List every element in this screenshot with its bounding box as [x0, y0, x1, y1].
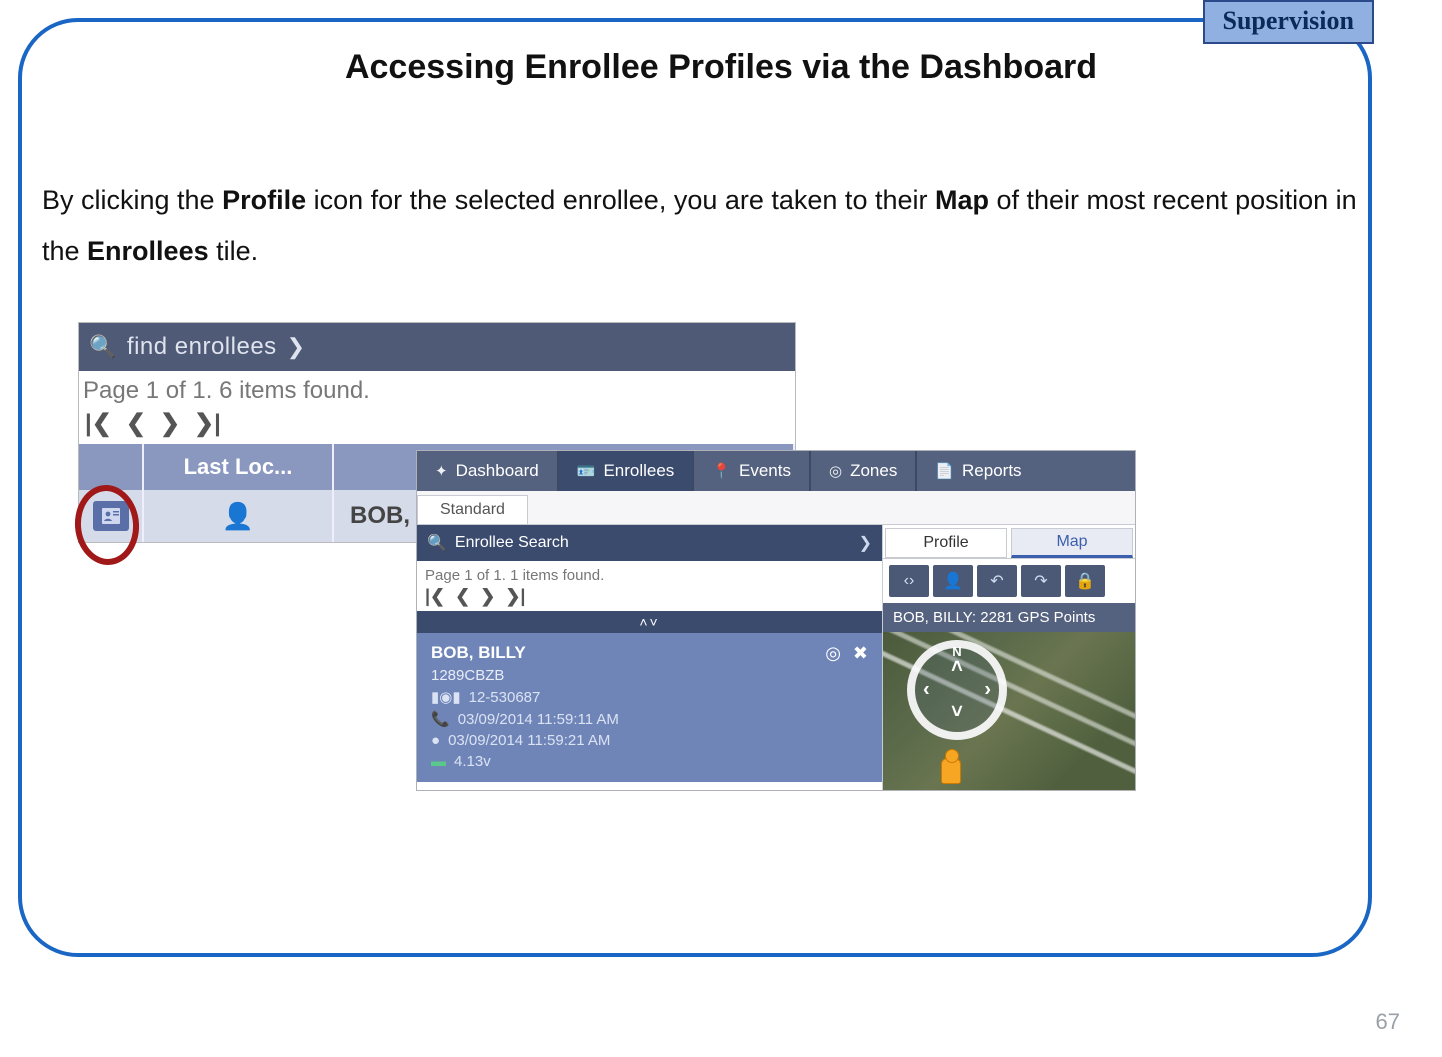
events-icon: 📍 [712, 462, 731, 480]
zones-icon: ◎ [829, 462, 842, 480]
supervision-tab: Supervision [1203, 0, 1375, 44]
compass-up-icon[interactable]: ˄ [951, 656, 963, 679]
pegman-icon[interactable] [941, 758, 961, 784]
map-tab[interactable]: Map [1011, 528, 1133, 558]
subtab-standard[interactable]: Standard [417, 495, 528, 524]
tab-reports-label: Reports [962, 461, 1022, 481]
pager-prev-button[interactable]: ❮ [126, 409, 146, 438]
body-paragraph: By clicking the Profile icon for the sel… [42, 175, 1382, 278]
pager-first-button[interactable]: |❮ [85, 409, 112, 438]
card-name: BOB, BILLY [431, 643, 868, 663]
map-toolbar: ‹› 👤 ↶ ↷ 🔒 [883, 559, 1135, 603]
enrollee-search-label: Enrollee Search [455, 534, 569, 552]
pager: |❮ ❮ ❯ ❯| [417, 586, 882, 611]
enrollee-search-bar[interactable]: 🔍 Enrollee Search ❯ [417, 525, 882, 561]
body-text-mid1: icon for the selected enrollee, you are … [306, 185, 935, 215]
card-id: 1289CBZB [431, 667, 868, 684]
col-header-lastloc[interactable]: Last Loc... [143, 444, 333, 490]
compass-control[interactable]: N ˄ ˅ ‹ › [907, 640, 1007, 740]
subtab-row: Standard [417, 491, 1135, 525]
tab-dashboard[interactable]: ✦ Dashboard [417, 451, 559, 491]
body-text-profile: Profile [222, 185, 306, 215]
profile-map-tabs: Profile Map [883, 525, 1135, 559]
tab-zones[interactable]: ◎ Zones [811, 451, 917, 491]
chevron-right-icon: ❯ [287, 334, 306, 360]
sort-toggle[interactable]: ˄˅ [417, 611, 882, 633]
forward-icon[interactable]: ↷ [1021, 565, 1061, 597]
zone-icon[interactable]: ◎ [825, 643, 841, 664]
lastloc-cell[interactable]: 👤 [143, 490, 333, 542]
chevron-right-icon: ❯ [859, 533, 872, 553]
dot-icon: ● [431, 732, 440, 749]
device-icon: ▮◉▮ [431, 688, 461, 706]
compass-down-icon[interactable]: ˅ [951, 701, 963, 724]
pager-first-button[interactable]: |❮ [425, 586, 445, 607]
body-text-pre: By clicking the [42, 185, 222, 215]
col-header-profile[interactable] [79, 444, 143, 490]
tab-events[interactable]: 📍 Events [694, 451, 811, 491]
person-icon: 👤 [222, 501, 254, 531]
profile-tab[interactable]: Profile [885, 528, 1007, 558]
pager-last-button[interactable]: ❯| [505, 586, 525, 607]
lock-icon[interactable]: 🔒 [1065, 565, 1105, 597]
back-icon[interactable]: ↶ [977, 565, 1017, 597]
map-column: Profile Map ‹› 👤 ↶ ↷ 🔒 BOB, BILLY: 2281 … [883, 525, 1135, 790]
compass-right-icon[interactable]: › [984, 679, 991, 702]
card-phone-time: 03/09/2014 11:59:11 AM [458, 711, 619, 728]
pager-next-button[interactable]: ❯ [480, 586, 495, 607]
battery-icon: ▬ [431, 753, 446, 770]
page-number: 67 [1376, 1009, 1400, 1035]
pager-last-button[interactable]: ❯| [194, 409, 221, 438]
close-icon[interactable]: ✖ [853, 643, 868, 664]
find-enrollees-bar[interactable]: 🔍 find enrollees ❯ [79, 323, 795, 371]
tab-enrollees[interactable]: 🪪 Enrollees [559, 451, 695, 491]
page-title: Accessing Enrollee Profiles via the Dash… [0, 48, 1442, 87]
body-text-post: tile. [209, 236, 259, 266]
expand-icon[interactable]: ‹› [889, 565, 929, 597]
page-info-text: Page 1 of 1. 1 items found. [417, 561, 882, 586]
tab-dashboard-label: Dashboard [456, 461, 539, 481]
phone-icon: 📞 [431, 710, 450, 728]
pager-next-button[interactable]: ❯ [160, 409, 180, 438]
reports-icon: 📄 [935, 462, 954, 480]
body-text-map: Map [935, 185, 989, 215]
enrollee-search-column: 🔍 Enrollee Search ❯ Page 1 of 1. 1 items… [417, 525, 883, 790]
person-icon[interactable]: 👤 [933, 565, 973, 597]
map-view[interactable]: N ˄ ˅ ‹ › [883, 632, 1135, 790]
dashboard-icon: ✦ [435, 462, 448, 480]
pager: |❮ ❮ ❯ ❯| [79, 407, 795, 444]
card-battery: 4.13v [454, 753, 491, 770]
card-gps-time: 03/09/2014 11:59:21 AM [448, 732, 610, 749]
page-info-text: Page 1 of 1. 6 items found. [79, 371, 795, 407]
enrollees-icon: 🪪 [577, 462, 596, 480]
find-enrollees-label: find enrollees [127, 333, 277, 361]
enrollees-tile-panel: ✦ Dashboard 🪪 Enrollees 📍 Events ◎ Zones 📄 Re… [416, 450, 1136, 791]
tab-enrollees-label: Enrollees [603, 461, 674, 481]
main-tabs: ✦ Dashboard 🪪 Enrollees 📍 Events ◎ Zones 📄 Re… [417, 451, 1135, 491]
tab-reports[interactable]: 📄 Reports [917, 451, 1039, 491]
search-icon: 🔍 [89, 334, 117, 360]
gps-points-text: BOB, BILLY: 2281 GPS Points [883, 603, 1135, 632]
search-icon: 🔍 [427, 533, 447, 553]
pager-prev-button[interactable]: ❮ [455, 586, 470, 607]
tab-events-label: Events [739, 461, 791, 481]
tab-zones-label: Zones [850, 461, 897, 481]
card-device: 12-530687 [469, 689, 541, 706]
enrollee-card[interactable]: ◎ ✖ BOB, BILLY 1289CBZB ▮◉▮ 12-530687 📞 03… [417, 633, 882, 782]
compass-left-icon[interactable]: ‹ [923, 679, 930, 702]
body-text-enrollees: Enrollees [87, 236, 209, 266]
